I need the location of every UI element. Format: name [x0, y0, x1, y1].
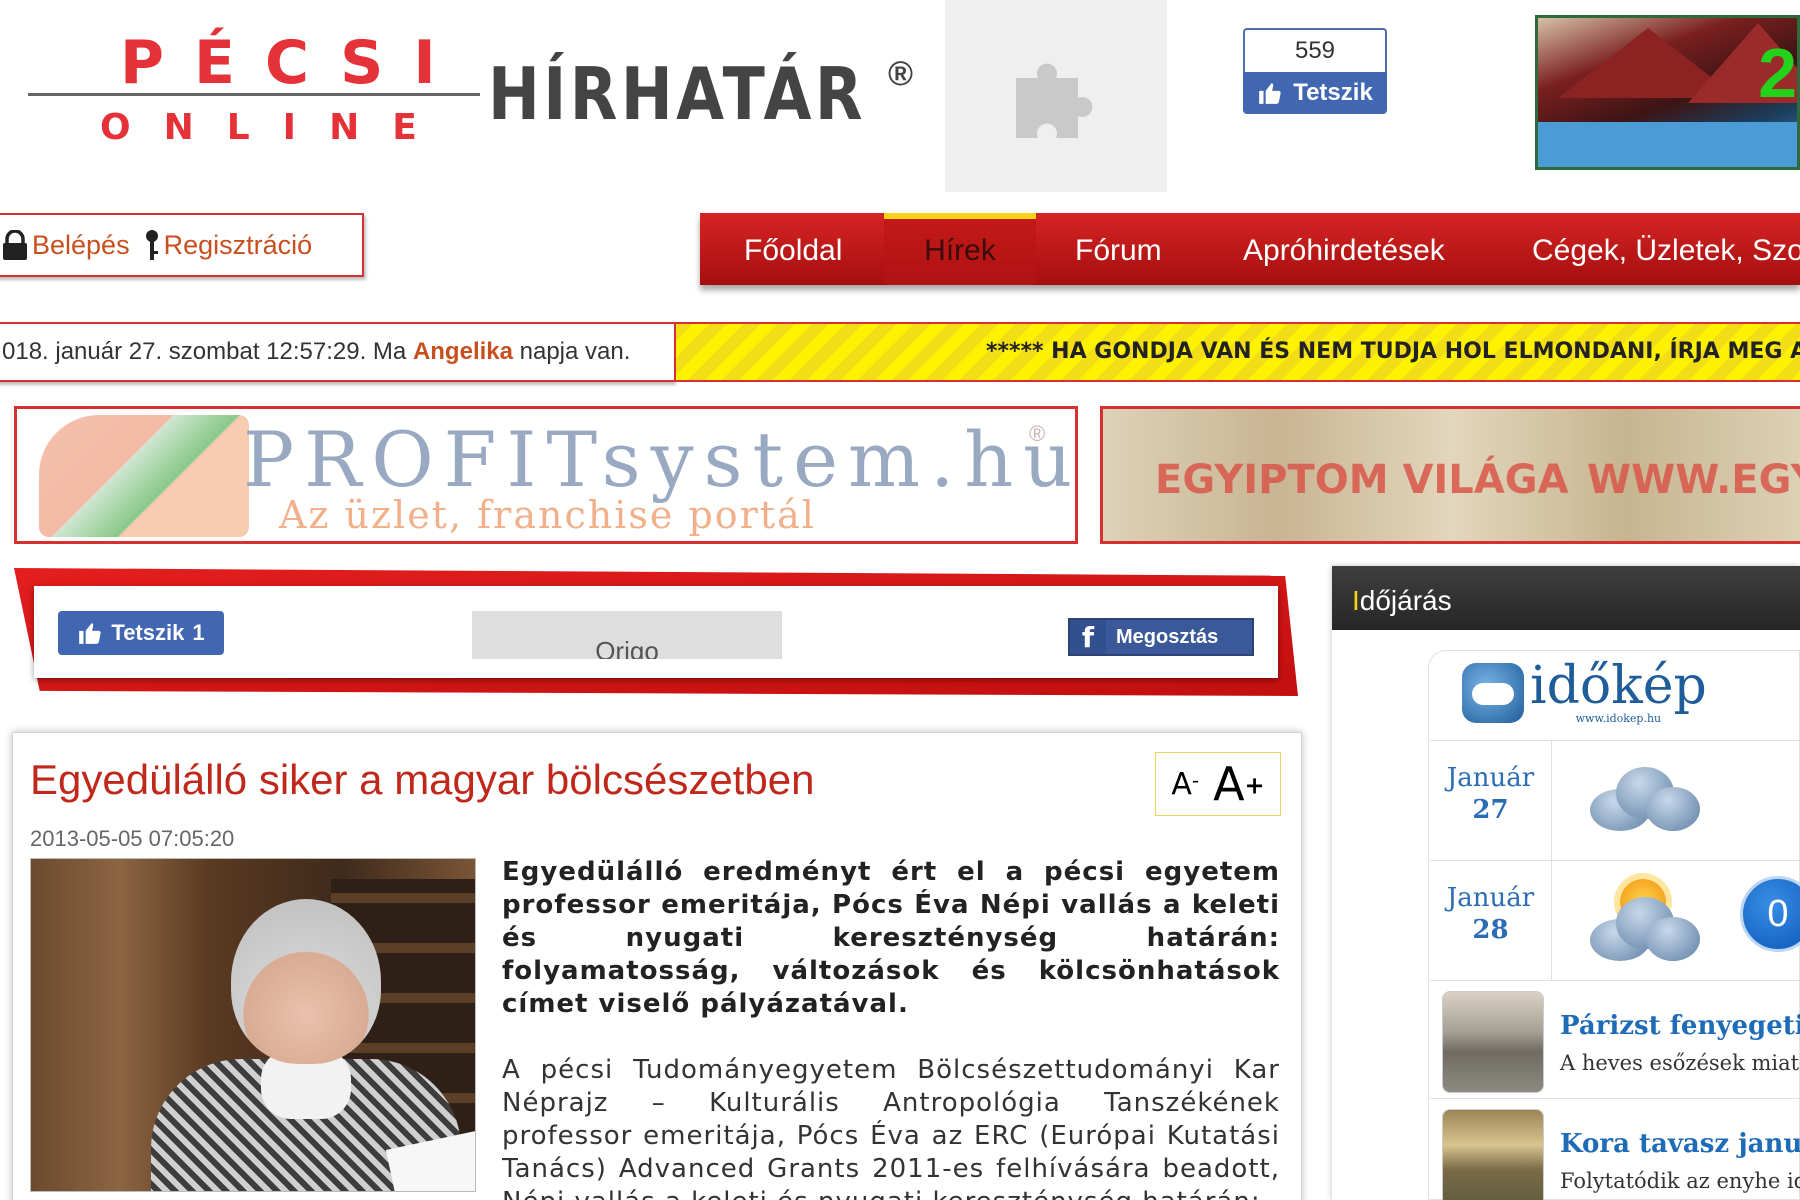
article-body: A pécsi Tudományegyetem Bölcsészettudomá…: [502, 1055, 1280, 1200]
nav-item-home[interactable]: Főoldal: [744, 213, 842, 285]
article-like-count: 1: [192, 620, 205, 645]
article-date: 2013-05-05 07:05:20: [30, 826, 235, 851]
idokep-name: időkép: [1530, 656, 1707, 716]
nav-item-classifieds[interactable]: Apróhirdetések: [1243, 213, 1445, 285]
idokep-logo[interactable]: időkép www.idokep.hu: [1462, 660, 1707, 725]
font-increase-letter: A: [1213, 757, 1245, 811]
facebook-like-count: 559: [1243, 28, 1387, 72]
photo-person-head: [231, 899, 381, 1064]
missing-plugin-placeholder: [945, 0, 1167, 192]
login-link[interactable]: Belépés: [2, 230, 130, 261]
profit-banner-subtitle: Az üzlet, franchise portál: [279, 493, 816, 537]
nameday-name: Angelika: [412, 338, 513, 365]
facebook-like-widget[interactable]: 559 Tetszik: [1243, 28, 1387, 116]
news-thumbnail: [1442, 1109, 1544, 1200]
news-title[interactable]: Kora tavasz januá: [1560, 1129, 1800, 1159]
facebook-share-label: Megosztás: [1116, 625, 1219, 648]
hirhatar-registered-mark: ®: [888, 55, 914, 93]
article-photo[interactable]: [30, 858, 476, 1192]
sun-cloud-icon: [1590, 879, 1700, 967]
profit-logo-emblem: [39, 415, 249, 537]
register-link[interactable]: Regisztráció: [144, 229, 313, 261]
nav-item-forum[interactable]: Fórum: [1075, 213, 1162, 285]
register-label: Regisztráció: [163, 229, 313, 260]
weather-heading: Időjárás: [1332, 566, 1800, 630]
facebook-like-label: Tetszik: [1293, 79, 1373, 106]
profit-banner-title: PROFITsystem.hu: [243, 415, 1078, 504]
profit-registered-mark: ®: [1029, 421, 1046, 446]
hirhatar-logo[interactable]: HÍRHATÁR: [488, 52, 866, 136]
facebook-share-button[interactable]: f Megosztás: [1068, 618, 1254, 656]
font-size-controls: A- A+: [1155, 752, 1281, 816]
idokep-cloud-icon: [1462, 662, 1524, 723]
egypt-banner-url: WWW.EGYI: [1587, 457, 1800, 503]
ad-number: 2: [1758, 34, 1797, 112]
forecast-day: 27: [1472, 795, 1509, 825]
article-like-label: Tetszik: [111, 620, 185, 645]
weather-heading-rest: dőjárás: [1359, 585, 1452, 616]
ad-pool: [1538, 122, 1797, 167]
date-text: 018. január 27. szombat 12:57:29. Ma: [2, 338, 413, 365]
forecast-date: Január 28: [1430, 861, 1552, 981]
thumbs-up-icon: [79, 623, 102, 644]
egypt-banner-title: EGYIPTOM VILÁGA: [1155, 457, 1569, 503]
article-title: Egyedülálló siker a magyar bölcsészetben: [30, 756, 815, 803]
nav-item-news[interactable]: Hírek: [884, 213, 1036, 285]
forecast-row[interactable]: Január 27: [1430, 740, 1800, 861]
weather-news-item[interactable]: Párizst fenyegeti a A heves esőzések mia…: [1430, 980, 1800, 1098]
weather-heading-initial: I: [1352, 585, 1360, 616]
forecast-month: Január: [1446, 883, 1535, 913]
news-title[interactable]: Párizst fenyegeti a: [1560, 1011, 1800, 1041]
news-summary: A heves esőzések miat: [1560, 1051, 1800, 1075]
site-logo-pecsi[interactable]: PÉCSI: [120, 28, 466, 98]
font-decrease-sign: -: [1191, 768, 1200, 793]
forecast-date: Január 27: [1430, 741, 1552, 861]
account-box: Belépés Regisztráció: [0, 213, 364, 277]
lock-icon: [3, 230, 27, 260]
main-navigation: Főoldal Hírek Fórum Apróhirdetések Cégek…: [700, 213, 1800, 285]
facebook-like-button[interactable]: Tetszik: [1243, 72, 1387, 114]
puzzle-piece-icon: [1016, 63, 1093, 139]
profit-system-banner[interactable]: PROFITsystem.hu ® Az üzlet, franchise po…: [14, 406, 1078, 544]
weather-news-item[interactable]: Kora tavasz januá Folytatódik az enyhe i…: [1430, 1098, 1800, 1200]
forecast-day: 28: [1472, 915, 1509, 945]
facebook-icon: f: [1070, 620, 1106, 654]
font-decrease-letter: A: [1171, 766, 1192, 802]
cloud-icon: [1590, 767, 1700, 837]
news-thumbnail: [1442, 991, 1544, 1093]
news-summary: Folytatódik az enyhe id: [1560, 1169, 1800, 1193]
logo-divider: [28, 93, 480, 96]
ticker-text: ***** HA GONDJA VAN ÉS NEM TUDJA HOL ELM…: [986, 339, 1800, 364]
news-source-label[interactable]: Origo: [472, 611, 782, 659]
site-logo-online[interactable]: ONLINE: [100, 107, 450, 148]
date-nameday-bar: 018. január 27. szombat 12:57:29. Ma Ang…: [0, 322, 676, 382]
article-lead: Egyedülálló eredményt ért el a pécsi egy…: [502, 857, 1280, 1019]
font-decrease-button[interactable]: A-: [1171, 767, 1199, 802]
forecast-month: Január: [1446, 763, 1535, 793]
egypt-banner[interactable]: EGYIPTOM VILÁGA WWW.EGYI: [1100, 406, 1800, 544]
nav-item-companies[interactable]: Cégek, Üzletek, Szol: [1532, 213, 1800, 285]
header-advertisement[interactable]: 2: [1535, 15, 1800, 170]
key-icon: [145, 230, 158, 260]
news-ticker[interactable]: ***** HA GONDJA VAN ÉS NEM TUDJA HOL ELM…: [676, 322, 1800, 382]
login-label: Belépés: [32, 229, 130, 260]
article-like-button[interactable]: Tetszik 1: [58, 611, 224, 655]
thumbs-up-icon: [1259, 83, 1281, 104]
font-increase-sign: +: [1244, 771, 1265, 800]
nameday-suffix: napja van.: [512, 338, 631, 365]
font-increase-button[interactable]: A+: [1213, 757, 1265, 811]
